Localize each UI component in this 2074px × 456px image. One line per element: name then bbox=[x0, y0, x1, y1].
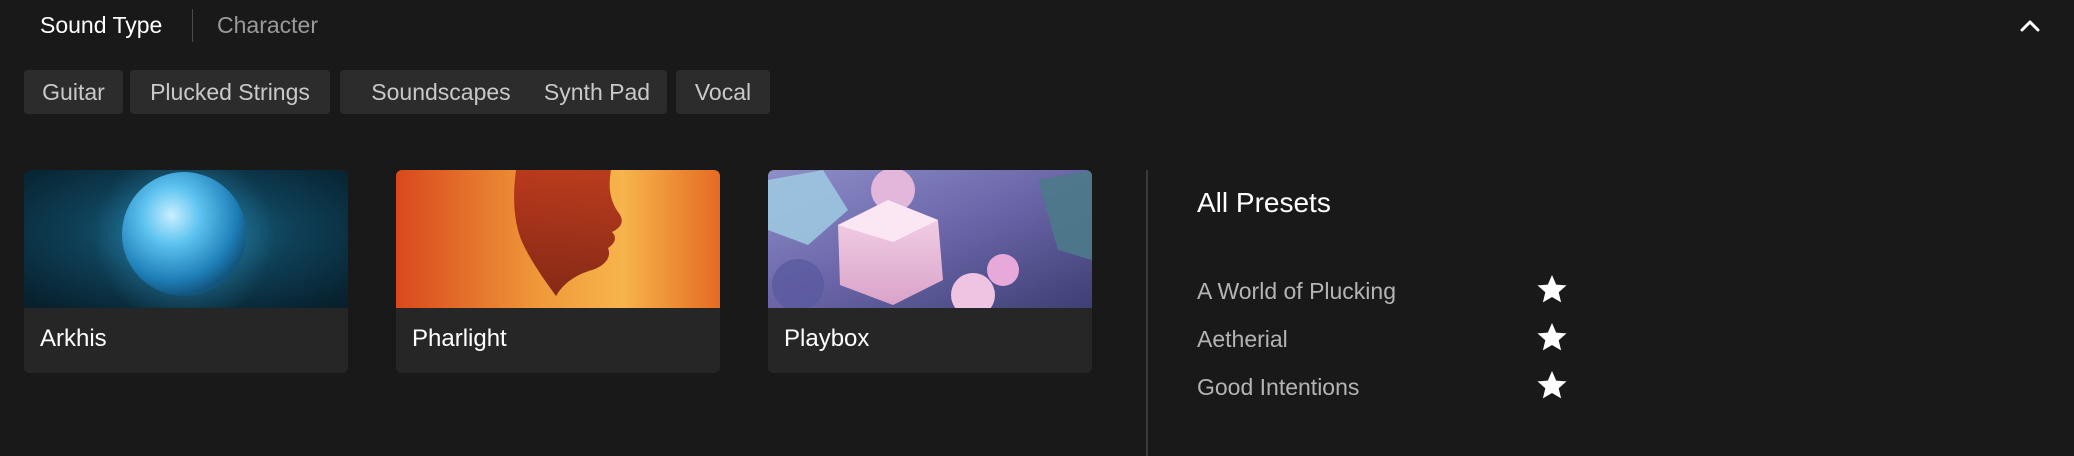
presets-heading: All Presets bbox=[1197, 187, 1331, 218]
filter-tab-bar: Sound Type Character bbox=[0, 0, 2074, 50]
chip-guitar[interactable]: Guitar bbox=[24, 70, 123, 114]
star-icon[interactable] bbox=[1536, 321, 1568, 353]
blue-sphere-artwork bbox=[24, 170, 348, 308]
section-divider bbox=[1146, 170, 1148, 456]
orange-silhouette-artwork bbox=[396, 170, 720, 308]
preset-item[interactable]: Aetherial bbox=[1197, 319, 1597, 359]
chevron-up-icon bbox=[2020, 20, 2040, 32]
preset-item[interactable]: Good Intentions bbox=[1197, 367, 1597, 407]
instrument-card-pharlight[interactable]: Pharlight bbox=[396, 170, 720, 373]
preset-label: Aetherial bbox=[1197, 326, 1288, 352]
instrument-card-arkhis[interactable]: Arkhis bbox=[24, 170, 348, 373]
card-title: Playbox bbox=[784, 325, 870, 352]
star-icon[interactable] bbox=[1536, 273, 1568, 305]
tab-divider bbox=[192, 9, 193, 42]
preset-label: Good Intentions bbox=[1197, 374, 1360, 400]
browser-panel: Sound Type Character Guitar Plucked Stri… bbox=[0, 0, 2074, 456]
preset-label: A World of Plucking bbox=[1197, 278, 1397, 304]
tab-sound-type[interactable]: Sound Type bbox=[40, 10, 162, 40]
collapse-button[interactable] bbox=[2014, 10, 2046, 42]
chip-synth-pad[interactable]: Synth Pad bbox=[527, 70, 667, 114]
chip-vocal[interactable]: Vocal bbox=[676, 70, 770, 114]
card-title: Arkhis bbox=[40, 325, 107, 352]
preset-item[interactable]: A World of Plucking bbox=[1197, 271, 1597, 311]
tab-character[interactable]: Character bbox=[217, 10, 318, 40]
instrument-card-playbox[interactable]: Playbox bbox=[768, 170, 1092, 373]
star-icon[interactable] bbox=[1536, 369, 1568, 401]
chip-soundscapes[interactable]: Soundscapes bbox=[340, 70, 542, 114]
card-title: Pharlight bbox=[412, 325, 507, 352]
pastel-shapes-artwork bbox=[768, 170, 1092, 308]
chip-plucked-strings[interactable]: Plucked Strings bbox=[130, 70, 330, 114]
